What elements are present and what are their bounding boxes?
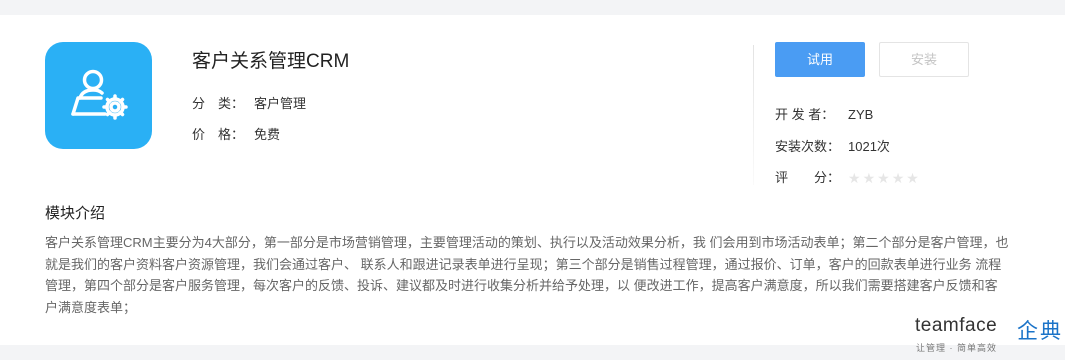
installs-value: 1021次 (848, 139, 890, 154)
brand-slogan: 让管理 · 简单高效 (916, 343, 997, 353)
rating-label: 评 分： (775, 170, 841, 185)
installs-label: 安装次数： (775, 139, 841, 154)
star-icon[interactable]: ★ (848, 170, 861, 186)
developer-row: 开 发 者： ZYB (775, 104, 873, 123)
developer-label: 开 发 者： (775, 107, 835, 122)
star-icon[interactable]: ★ (906, 170, 919, 186)
user-gear-icon (71, 69, 128, 120)
vertical-divider (753, 45, 754, 185)
category-row: 分 类： 客户管理 (192, 93, 306, 112)
installs-row: 安装次数： 1021次 (775, 136, 890, 155)
price-row: 价 格： 免费 (192, 124, 280, 143)
brand-name-en: teamface (915, 315, 998, 336)
brand-name-cn: 企典 (1017, 320, 1063, 343)
app-detail-card: 客户关系管理CRM 分 类： 客户管理 价 格： 免费 试用 安装 开 发 者： ZY… (0, 15, 1065, 353)
app-title: 客户关系管理CRM (192, 51, 350, 72)
star-icon[interactable]: ★ (892, 170, 905, 186)
price-label: 价 格： (192, 127, 245, 142)
app-icon (45, 42, 152, 149)
category-value: 客户管理 (254, 96, 307, 111)
price-value: 免费 (254, 127, 281, 142)
brand-watermark: teamface 企典 让管理 · 简单高效 (915, 315, 1065, 360)
install-button[interactable]: 安装 (879, 42, 969, 77)
rating-row: 评 分： ★ ★ ★ ★ ★ (775, 167, 921, 187)
developer-value: ZYB (848, 107, 874, 122)
star-icon[interactable]: ★ (877, 170, 890, 186)
category-label: 分 类： (192, 96, 245, 111)
module-description: 客户关系管理CRM主要分为4大部分，第一部分是市场营销管理，主要管理活动的策划、… (45, 235, 1009, 315)
try-button[interactable]: 试用 (775, 42, 865, 77)
module-title: 模块介绍 (45, 205, 106, 222)
rating-stars[interactable]: ★ ★ ★ ★ ★ (848, 170, 921, 187)
star-icon[interactable]: ★ (863, 170, 876, 186)
